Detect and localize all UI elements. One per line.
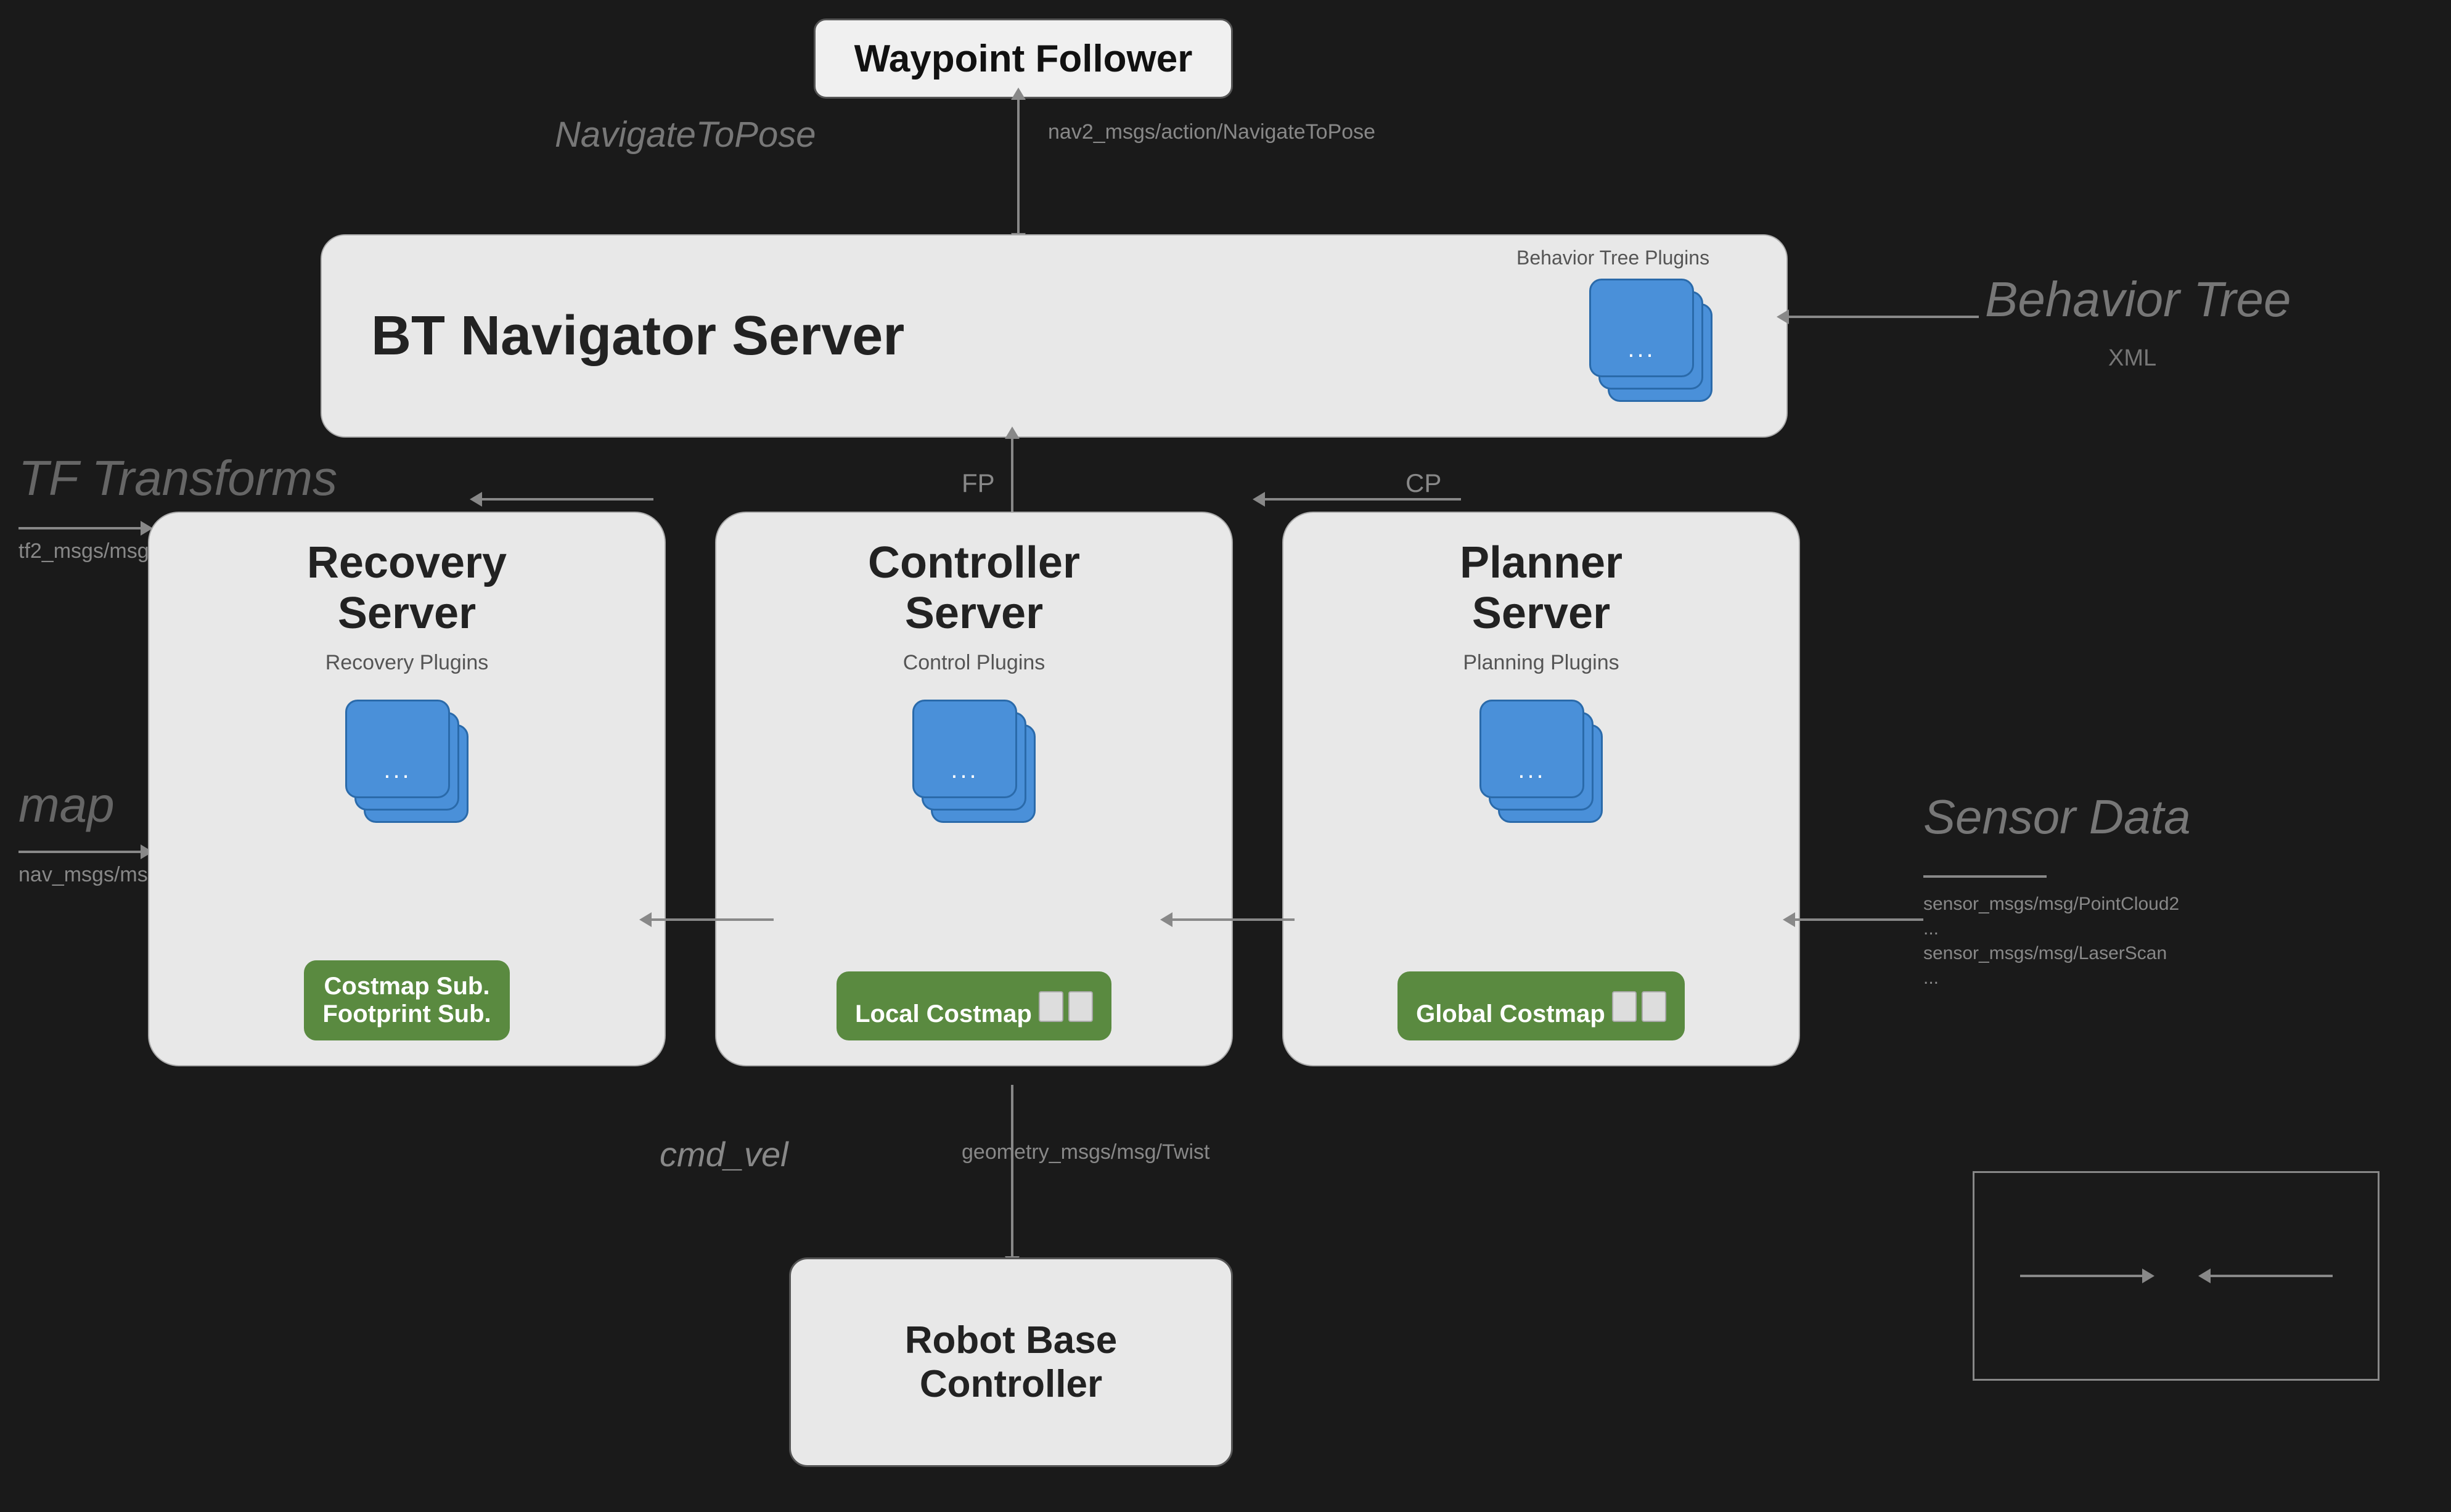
waypoint-follower-box: Waypoint Follower — [814, 18, 1233, 99]
planner-dots: ... — [1518, 756, 1545, 784]
global-costmap-doc-icon — [1612, 991, 1666, 1022]
map-arrow — [18, 851, 142, 853]
sensor-msgs-3: sensor_msgs/msg/LaserScan — [1923, 943, 2167, 964]
planning-plugins-label: Planning Plugins — [1463, 651, 1619, 675]
arrow-bt-to-planner — [1264, 498, 1461, 501]
recovery-costmap-wrapper: Costmap Sub.Footprint Sub. — [304, 960, 509, 1040]
map-label: map — [18, 777, 115, 833]
doc-page-2 — [1068, 991, 1093, 1022]
behavior-tree-label: Behavior Tree — [1985, 271, 2291, 328]
fp-label: FP — [962, 468, 995, 498]
arrow-local-to-recovery — [650, 918, 774, 921]
global-doc-page-2 — [1642, 991, 1666, 1022]
global-costmap-label: Global Costmap — [1416, 1000, 1605, 1028]
recovery-plugin-stack: ... — [345, 700, 469, 835]
arrow-bt-to-recovery — [481, 498, 653, 501]
bt-plugin-stack: ... — [1589, 279, 1712, 414]
global-costmap-wrapper: Global Costmap — [1397, 971, 1685, 1040]
controller-server-title: ControllerServer — [868, 537, 1080, 639]
control-plugins-label: Control Plugins — [903, 651, 1045, 675]
planner-server-title: PlannerServer — [1460, 537, 1622, 639]
local-costmap-box: Local Costmap — [837, 971, 1111, 1040]
recovery-costmap-label: Costmap Sub.Footprint Sub. — [322, 973, 491, 1028]
planner-plugin-stack: ... — [1479, 700, 1603, 835]
recovery-plugins-label: Recovery Plugins — [325, 651, 489, 675]
robot-base-title: Robot BaseController — [905, 1318, 1117, 1406]
arrow-global-to-local — [1171, 918, 1295, 921]
cp-label: CP — [1406, 468, 1441, 498]
controller-plugin-stack: ... — [912, 700, 1036, 835]
legend-box — [1973, 1171, 2379, 1381]
sensor-msgs-4: ... — [1923, 968, 1939, 989]
nav2-msgs-label: nav2_msgs/action/NavigateToPose — [1048, 120, 1375, 144]
arrow-sensor-to-global — [1794, 918, 1923, 921]
arrow-bt-to-navigator — [1788, 316, 1979, 318]
navigate-to-pose-label: NavigateToPose — [555, 114, 816, 155]
tf-transforms-label: TF Transforms — [18, 450, 337, 507]
cmd-vel-label: cmd_vel — [660, 1134, 788, 1174]
recovery-plugin-front: ... — [345, 700, 450, 798]
sensor-msgs-1: sensor_msgs/msg/PointCloud2 — [1923, 894, 2179, 915]
diagram-container: Waypoint Follower NavigateToPose nav2_ms… — [0, 0, 2451, 1512]
sensor-data-label: Sensor Data — [1923, 789, 2191, 845]
bt-navigator-title: BT Navigator Server — [371, 304, 904, 368]
recovery-costmap-box: Costmap Sub.Footprint Sub. — [304, 960, 509, 1040]
bt-plugins-label: Behavior Tree Plugins — [1516, 247, 1709, 269]
local-costmap-wrapper: Local Costmap — [837, 971, 1111, 1040]
servers-row: RecoveryServer Recovery Plugins ... Cost… — [148, 512, 1806, 1066]
controller-plugin-front: ... — [912, 700, 1017, 798]
arrow-bt-planner-head — [1253, 492, 1265, 507]
plugin-card-front: ... — [1589, 279, 1694, 377]
plugin-dots: ... — [1627, 335, 1655, 363]
arrow-waypoint-to-bt — [1017, 99, 1020, 234]
tf-arrow — [18, 527, 142, 529]
arrow-to-robot-base — [1011, 1085, 1013, 1257]
recovery-server-title: RecoveryServer — [307, 537, 507, 639]
recovery-dots: ... — [383, 756, 411, 784]
planner-server-box: PlannerServer Planning Plugins ... Globa… — [1282, 512, 1800, 1066]
sensor-arrow — [1923, 875, 2047, 878]
geometry-msgs-label: geometry_msgs/msg/Twist — [962, 1140, 1209, 1164]
legend-row-1 — [1993, 1275, 2359, 1277]
local-costmap-doc-icon — [1039, 991, 1093, 1022]
controller-server-box: ControllerServer Control Plugins ... Loc… — [715, 512, 1233, 1066]
planner-plugin-front: ... — [1479, 700, 1584, 798]
waypoint-title: Waypoint Follower — [854, 37, 1193, 81]
global-doc-page-1 — [1612, 991, 1637, 1022]
controller-dots: ... — [951, 756, 978, 784]
robot-base-controller-box: Robot BaseController — [789, 1257, 1233, 1467]
doc-page-1 — [1039, 991, 1063, 1022]
recovery-server-box: RecoveryServer Recovery Plugins ... Cost… — [148, 512, 666, 1066]
local-costmap-label: Local Costmap — [855, 1000, 1032, 1028]
xml-label: XML — [2108, 345, 2156, 372]
legend-arrow-right — [2020, 1275, 2143, 1277]
global-costmap-box: Global Costmap — [1397, 971, 1685, 1040]
sensor-msgs-2: ... — [1923, 918, 1939, 939]
legend-arrow-left — [2209, 1275, 2333, 1277]
